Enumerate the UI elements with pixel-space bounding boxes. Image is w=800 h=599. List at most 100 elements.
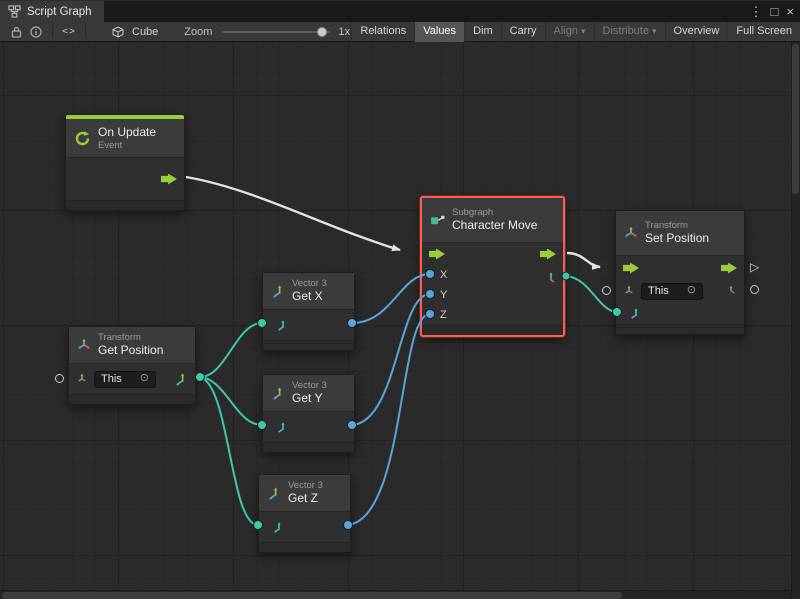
node-title: On Update xyxy=(98,125,156,140)
node-type: Subgraph xyxy=(452,207,537,218)
transform-output-icon xyxy=(725,285,737,297)
object-picker-icon[interactable]: ⊙ xyxy=(687,285,696,296)
caret-down-icon: ▾ xyxy=(652,22,657,41)
node-title: Get X xyxy=(292,289,327,304)
horizontal-scrollbar[interactable] xyxy=(0,590,791,599)
align-label: Align xyxy=(554,22,578,41)
relations-button[interactable]: Relations xyxy=(351,22,414,42)
horizontal-scrollbar-thumb[interactable] xyxy=(2,592,622,599)
this-field-value: This xyxy=(101,373,122,385)
info-icon[interactable] xyxy=(26,22,46,42)
flow-input-port[interactable] xyxy=(623,263,639,274)
this-field[interactable]: This ⊙ xyxy=(94,371,156,388)
graph-toolbar: <> Cube Zoom 1x Relations Values Dim Car… xyxy=(0,22,800,42)
this-input-port[interactable] xyxy=(602,286,611,295)
tab-script-graph[interactable]: Script Graph xyxy=(0,1,104,22)
node-set-position[interactable]: Transform Set Position This ⊙ xyxy=(615,210,745,335)
node-footer xyxy=(422,325,563,335)
vector3-output-icon xyxy=(543,271,556,284)
window-menu-icon[interactable]: ⋮ xyxy=(750,1,763,23)
vertical-scrollbar-thumb[interactable] xyxy=(792,44,799,194)
node-title: Get Y xyxy=(292,391,327,406)
vector3-icon xyxy=(271,284,285,298)
node-title: Get Z xyxy=(288,491,323,506)
code-view-icon[interactable]: <> xyxy=(59,22,79,42)
node-title: Set Position xyxy=(645,231,709,246)
node-footer xyxy=(263,340,354,350)
values-button[interactable]: Values xyxy=(414,22,464,42)
node-type: Vector 3 xyxy=(288,480,323,491)
toolbar-divider xyxy=(85,25,86,38)
flow-input-port[interactable] xyxy=(429,249,445,260)
node-title: Character Move xyxy=(452,218,537,233)
wire-getposition-to-getz[interactable] xyxy=(200,377,258,525)
port-label-z: Z xyxy=(440,309,447,321)
update-event-icon xyxy=(74,130,91,147)
flow-output-port[interactable] xyxy=(721,263,737,274)
script-graph-icon xyxy=(8,5,21,18)
transform-port-icon xyxy=(76,373,88,385)
wire-getx-to-x[interactable] xyxy=(352,274,430,323)
node-character-move[interactable]: Subgraph Character Move X Y Z xyxy=(420,196,565,337)
window-tab-bar: Script Graph ⋮ □ × xyxy=(0,0,800,22)
getposition-output-port[interactable] xyxy=(196,373,205,382)
zoom-slider-track[interactable] xyxy=(222,31,330,33)
zoom-slider[interactable] xyxy=(222,22,330,42)
node-get-position[interactable]: Transform Get Position This ⊙ xyxy=(68,326,196,405)
full-screen-button[interactable]: Full Screen xyxy=(727,22,800,42)
zoom-label: Zoom xyxy=(184,26,212,38)
value-continuation-port[interactable] xyxy=(750,285,759,294)
this-field-value: This xyxy=(648,285,669,297)
node-get-z[interactable]: Vector 3 Get Z xyxy=(258,474,351,553)
wire-getz-to-z[interactable] xyxy=(348,314,430,525)
node-get-x[interactable]: Vector 3 Get X xyxy=(262,272,355,351)
wire-charactermove-to-setposition-flow[interactable] xyxy=(567,253,600,267)
wire-getposition-to-getx[interactable] xyxy=(200,323,262,377)
lock-icon[interactable] xyxy=(6,22,26,42)
vector3-icon xyxy=(271,386,285,400)
node-get-y[interactable]: Vector 3 Get Y xyxy=(262,374,355,453)
node-type: Transform xyxy=(98,332,163,343)
wire-getposition-to-gety[interactable] xyxy=(200,377,262,425)
vector3-port-icon xyxy=(275,421,288,434)
vector3-icon xyxy=(267,486,281,500)
node-footer xyxy=(69,394,195,404)
node-footer xyxy=(616,324,744,334)
vector3-port-icon xyxy=(628,307,641,320)
vector3-port-icon xyxy=(275,319,288,332)
wire-gety-to-y[interactable] xyxy=(352,294,430,425)
node-footer xyxy=(66,200,184,210)
node-subtitle: Event xyxy=(98,140,156,151)
distribute-label: Distribute xyxy=(603,22,649,41)
distribute-dropdown[interactable]: Distribute ▾ xyxy=(594,22,665,42)
this-input-port[interactable] xyxy=(55,374,64,383)
node-on-update[interactable]: On Update Event xyxy=(65,114,185,211)
align-dropdown[interactable]: Align ▾ xyxy=(545,22,594,42)
transform-port-icon xyxy=(623,285,635,297)
overview-button[interactable]: Overview xyxy=(665,22,728,42)
node-footer xyxy=(263,442,354,452)
toolbar-divider xyxy=(52,25,53,38)
zoom-slider-thumb[interactable] xyxy=(317,27,327,37)
node-footer xyxy=(259,542,350,552)
port-label-x: X xyxy=(440,269,447,281)
graph-canvas[interactable]: On Update Event Transform Get Positi xyxy=(0,42,800,599)
subgraph-icon xyxy=(430,213,445,228)
transform-icon xyxy=(77,338,91,352)
vertical-scrollbar[interactable] xyxy=(791,42,800,599)
this-field[interactable]: This ⊙ xyxy=(641,283,703,300)
wire-onupdate-to-charactermove[interactable] xyxy=(186,177,400,250)
target-object-label[interactable]: Cube xyxy=(132,26,158,38)
flow-continuation-port[interactable]: ▷ xyxy=(750,261,759,273)
zoom-value: 1x xyxy=(338,26,350,38)
window-close-icon[interactable]: × xyxy=(786,1,794,23)
tab-label: Script Graph xyxy=(27,6,92,18)
carry-button[interactable]: Carry xyxy=(501,22,545,42)
object-picker-icon[interactable]: ⊙ xyxy=(140,373,149,384)
window-maximize-icon[interactable]: □ xyxy=(771,1,779,23)
flow-output-port[interactable] xyxy=(540,249,556,260)
flow-output-port[interactable] xyxy=(161,174,177,185)
node-type: Vector 3 xyxy=(292,380,327,391)
transform-icon xyxy=(624,226,638,240)
dim-button[interactable]: Dim xyxy=(464,22,501,42)
